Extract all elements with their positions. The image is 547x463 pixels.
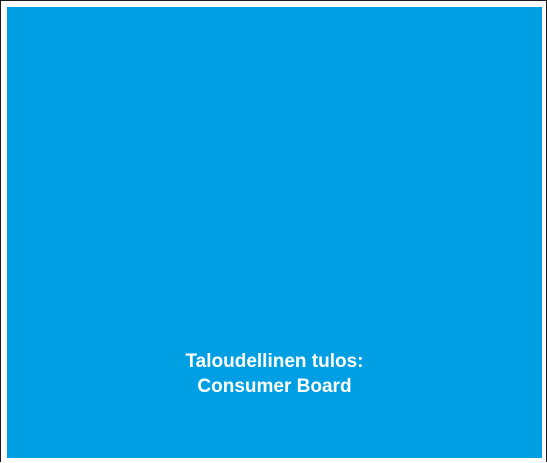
slide-panel: Taloudellinen tulos: Consumer Board <box>7 7 542 458</box>
slide-frame: Taloudellinen tulos: Consumer Board <box>0 0 547 462</box>
slide-title-line-2: Consumer Board <box>197 376 352 397</box>
slide-title: Taloudellinen tulos: Consumer Board <box>7 349 542 399</box>
slide-title-line-1: Taloudellinen tulos: <box>185 351 364 372</box>
